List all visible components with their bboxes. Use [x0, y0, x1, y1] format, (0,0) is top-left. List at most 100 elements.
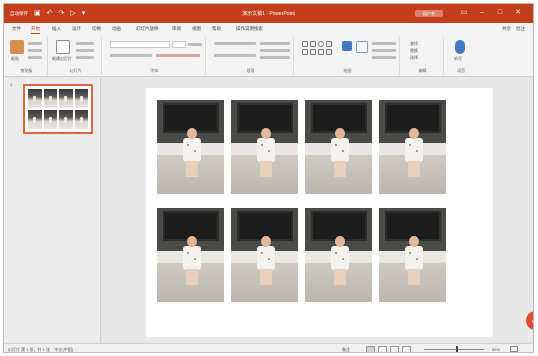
thumbnail-photo: [59, 89, 73, 108]
ribbon-display-icon[interactable]: ▭: [455, 8, 473, 18]
shape-star-icon[interactable]: [318, 49, 324, 55]
photo-child-body: [331, 138, 349, 162]
maximize-icon[interactable]: □: [491, 8, 509, 18]
font-grow-shrink[interactable]: [188, 43, 202, 46]
group-label-font: 字体: [150, 68, 159, 73]
font-style-buttons[interactable]: [110, 54, 152, 57]
zoom-slider-handle[interactable]: [456, 346, 458, 352]
tab-insert[interactable]: 插入: [52, 26, 61, 32]
tab-file[interactable]: 文件: [12, 26, 21, 32]
smartart-button[interactable]: [260, 56, 290, 59]
copy-button[interactable]: [28, 49, 42, 52]
layout-button[interactable]: [76, 42, 94, 45]
list-buttons[interactable]: [214, 42, 256, 45]
reset-button[interactable]: [76, 49, 94, 52]
normal-view-icon[interactable]: [366, 346, 375, 352]
shape-effects-button[interactable]: [372, 56, 396, 59]
shape-rounded-icon[interactable]: [326, 41, 332, 47]
photo-child-legs: [186, 269, 198, 285]
slide-photo[interactable]: [379, 208, 446, 302]
slide[interactable]: 4: [146, 88, 533, 337]
shape-brace-icon[interactable]: [326, 49, 332, 55]
group-label-clipboard: 剪贴板: [20, 68, 33, 73]
slide-thumbnail-1[interactable]: [23, 84, 93, 134]
photo-child-legs: [334, 161, 346, 177]
font-color-buttons[interactable]: [156, 54, 200, 57]
cut-button[interactable]: [28, 42, 42, 45]
new-slide-icon[interactable]: [56, 40, 70, 54]
quick-styles-icon[interactable]: [356, 41, 368, 53]
shape-arrow-icon[interactable]: [302, 49, 308, 55]
photo-child-head: [409, 236, 419, 247]
slide-photo[interactable]: [157, 208, 224, 302]
language-text[interactable]: 中文(中国): [54, 347, 73, 352]
tab-animations[interactable]: 动画: [112, 26, 121, 32]
section-button[interactable]: [76, 56, 94, 59]
shape-oval-icon[interactable]: [318, 41, 324, 47]
replace-button[interactable]: 替换: [410, 48, 418, 54]
paste-icon[interactable]: [10, 40, 24, 54]
slide-photo[interactable]: [231, 208, 298, 302]
font-size-select[interactable]: [172, 41, 186, 48]
share-button[interactable]: 共享: [502, 26, 511, 31]
tab-design[interactable]: 设计: [72, 26, 81, 32]
slide-photo[interactable]: [305, 100, 372, 194]
notes-button[interactable]: 备注: [342, 347, 350, 352]
title-bar: 自动保存 ▣ ↶ ↷ ▷ ▾ 演示文稿1 - PowerPoint 用户名 ▭ …: [4, 4, 533, 23]
zoom-level[interactable]: 65%: [492, 347, 500, 352]
group-slides: 新建幻灯片 幻灯片: [50, 37, 102, 75]
tab-review[interactable]: 审阅: [172, 26, 181, 32]
dictate-label[interactable]: 听写: [454, 56, 462, 62]
user-account[interactable]: 用户名: [415, 10, 443, 17]
slide-photo[interactable]: [157, 100, 224, 194]
new-slide-label[interactable]: 新建幻灯片: [52, 56, 72, 62]
reading-view-icon[interactable]: [390, 346, 399, 352]
photo-child-body: [183, 138, 201, 162]
tab-home[interactable]: 开始: [31, 26, 40, 34]
close-icon[interactable]: ✕: [509, 8, 527, 18]
window-title: 演示文稿1 - PowerPoint: [242, 11, 295, 17]
shape-triangle-icon[interactable]: [310, 49, 316, 55]
fit-slide-icon[interactable]: [510, 346, 518, 352]
align-text-button[interactable]: [260, 49, 290, 52]
group-label-editing: 编辑: [418, 68, 427, 73]
select-button[interactable]: 选择: [410, 55, 418, 61]
tab-help[interactable]: 帮助: [212, 26, 221, 32]
font-name-select[interactable]: [110, 41, 170, 48]
tell-me-search[interactable]: 操作说明搜索: [236, 26, 263, 32]
group-label-drawing: 绘图: [343, 68, 352, 73]
photo-shirt-print: [416, 258, 418, 260]
group-font: 字体: [104, 37, 206, 75]
slide-photo[interactable]: [379, 100, 446, 194]
shape-outline-button[interactable]: [372, 49, 396, 52]
minimize-icon[interactable]: –: [473, 8, 491, 18]
slide-thumbnail-pane: 1: [4, 78, 101, 342]
photo-shirt-print: [342, 258, 344, 260]
slide-sorter-icon[interactable]: [378, 346, 387, 352]
shape-text-icon[interactable]: [310, 41, 316, 47]
slideshow-view-icon[interactable]: [402, 346, 411, 352]
shape-rect-icon[interactable]: [302, 41, 308, 47]
share-comments[interactable]: 共享 批注: [502, 26, 525, 32]
slide-photo[interactable]: [305, 208, 372, 302]
thumbnail-photo: [28, 110, 42, 129]
comments-button[interactable]: 批注: [516, 26, 525, 31]
arrange-icon[interactable]: [342, 41, 352, 51]
photo-child-head: [261, 236, 271, 247]
format-painter-button[interactable]: [28, 56, 42, 59]
zoom-slider[interactable]: [424, 349, 484, 350]
photo-child-head: [187, 236, 197, 247]
microphone-icon[interactable]: [455, 40, 465, 54]
ribbon-tabs: 文件 开始 插入 设计 切换 动画 幻灯片放映 审阅 视图 帮助 操作说明搜索 …: [4, 23, 533, 35]
slide-photo[interactable]: [231, 100, 298, 194]
ribbon: 粘贴 剪贴板 新建幻灯片 幻灯片 字体 段落 绘图 查找 替换 选择 编辑 听写…: [4, 35, 533, 77]
tab-slideshow[interactable]: 幻灯片放映: [136, 26, 159, 32]
align-buttons[interactable]: [214, 54, 256, 57]
tab-view[interactable]: 视图: [192, 26, 201, 32]
window-controls: ▭ – □ ✕: [455, 8, 527, 18]
paste-label[interactable]: 粘贴: [11, 56, 19, 62]
shape-fill-button[interactable]: [372, 42, 396, 45]
text-direction-button[interactable]: [260, 42, 290, 45]
find-button[interactable]: 查找: [410, 41, 418, 47]
tab-transitions[interactable]: 切换: [92, 26, 101, 32]
